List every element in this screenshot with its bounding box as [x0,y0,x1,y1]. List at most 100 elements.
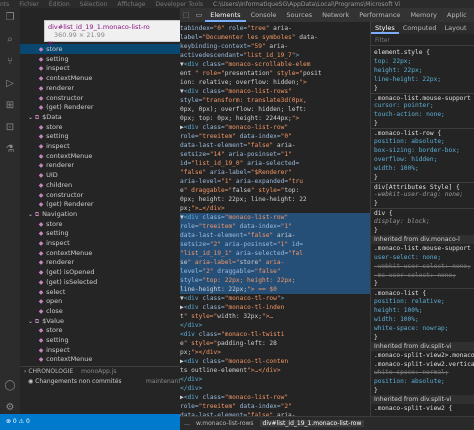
timeline-header[interactable]: › CHRONOLOGIE monoApp.js [20,366,180,376]
tree-row[interactable]: ◆ contextMenue [20,151,180,161]
css-selector[interactable]: } [371,84,474,93]
css-declaration[interactable]: position: absolute; [371,377,474,386]
css-selector[interactable]: .monaco-split-view2 { [371,404,474,413]
status-bar[interactable]: ⊗ 0 ⚠ 0 [0,414,180,430]
tree-row[interactable]: ◆ inspect [20,345,180,355]
dom-node-line[interactable]: style="top: 22px; height: 22px; [180,276,370,285]
tree-row[interactable]: ◆ store [20,122,180,132]
dom-node-line[interactable]: id="list_id_19_0" aria-selected= [180,159,370,168]
css-declaration[interactable]: box-sizing: border-box; [371,146,474,155]
dom-node-line[interactable]: ent " role="presentation" style="posit [180,69,370,78]
css-declaration[interactable]: width: 100%; [371,164,474,173]
css-declaration[interactable]: touch-action: none; [371,110,474,119]
tab-elements[interactable]: Elements [205,8,246,22]
css-declaration[interactable]: line-height: 22px; [371,75,474,84]
dom-node-line[interactable]: data-last-element="false" aria- [180,231,370,240]
css-selector[interactable]: element.style { [371,48,474,57]
css-declaration[interactable]: user-select: none; [371,253,474,262]
tree-row[interactable]: ◆ UID [20,170,180,180]
accounts-icon[interactable]: ◯ [4,380,16,392]
dom-node-line[interactable]: activedescendant="list_id_19_7"> [180,51,370,60]
tree-row[interactable]: ◆ store [20,219,180,229]
tree-row[interactable]: ◆ store [20,44,180,54]
tree-row[interactable]: ◆ select [20,287,180,297]
css-selector[interactable]: .monaco-list { [371,288,474,297]
css-selector[interactable]: } [371,173,474,182]
tree-row[interactable]: ◆ (get) isOpened [20,267,180,277]
css-selector[interactable]: .monaco-split-view2>.monaco- [371,351,474,360]
dom-node-line[interactable]: e" style="padding-left: 28 [180,339,370,348]
tree-row[interactable]: ◆ constructor [20,93,180,103]
dom-node-line[interactable]: level="2" draggable="false" [180,267,370,276]
dom-node-line[interactable]: ▼<div class="monaco-tl-row"> [180,294,370,303]
dom-node-line[interactable]: keybinding-context="59" aria- [180,42,370,51]
dom-node-line[interactable]: </div> [180,384,370,393]
tree-row[interactable]: ◆ (get) isSelected [20,277,180,287]
css-selector[interactable]: .monaco-list.mouse-support . [371,92,474,102]
settings-gear-icon[interactable]: ⚙ [4,402,16,414]
tab-console[interactable]: Console [246,8,282,22]
css-declaration[interactable]: display: block; [371,217,474,226]
dom-node-line[interactable]: ▼<div class="monaco-list-rows" [180,87,370,96]
dom-node-line[interactable]: 0px; height: 22px; line-height: 22 [180,195,370,204]
tree-row[interactable]: ◆ setting [20,228,180,238]
dom-node-line[interactable]: ion: relative; overflow: hidden;"> [180,78,370,87]
remote-icon[interactable]: ⊡ [4,122,16,134]
css-selector[interactable]: } [371,226,474,235]
tab-network[interactable]: Network [317,8,354,22]
dom-node-line[interactable]: 0px; top: 0px; height: 2244px;"> [180,114,370,123]
dom-node-line[interactable]: ▶<div class="monaco-tl-inden [180,303,370,312]
styles-tab-layout[interactable]: Layout [441,22,471,34]
css-declaration[interactable]: position: relative; [371,297,474,306]
dom-node-line[interactable]: style="transform: translate3d(0px, [180,96,370,105]
dom-node-line[interactable]: ▶<div class="monaco-list-row" [180,393,370,402]
css-selector[interactable]: } [371,119,474,128]
css-declaration[interactable]: overflow: hidden; [371,155,474,164]
dom-node-line[interactable]: setsize="14" aria-posinset="1" [180,150,370,159]
tree-row[interactable]: ◆ inspect [20,63,180,73]
dom-node-line[interactable]: aria-level="1" aria-expanded="tru [180,177,370,186]
tree-row[interactable]: ◆ contextMenue [20,248,180,258]
tree-row[interactable]: ◆ (get) Renderer [20,199,180,209]
tab-sources[interactable]: Sources [281,8,317,22]
tree-row[interactable]: ◆ children [20,180,180,190]
breadcrumb-item[interactable]: … [184,420,190,427]
menu-item[interactable]: Sélection [80,1,108,8]
source-control-icon[interactable]: ⑂ [4,56,16,68]
search-icon[interactable]: ⌕ [4,34,16,46]
menu-item[interactable]: Affichage [117,1,145,8]
tree-row[interactable]: ◆ setting [20,131,180,141]
breadcrumb-item[interactable]: div#list_id_19_1.monaco-list-row [259,420,365,427]
dom-node-line[interactable]: </div> [180,375,370,384]
dom-node-line[interactable]: 0px, 0px); overflow: hidden; left: [180,105,370,114]
css-declaration[interactable]: -webkit-user-drag: none; [371,190,474,199]
dom-node-line[interactable]: t" style="width: 32px;">… [180,312,370,321]
breadcrumb-item[interactable]: w.monaco-list-rows [196,420,254,427]
css-selector[interactable]: div[Attributes Style] { [371,181,474,191]
tree-row[interactable]: ◆ constructor [20,190,180,200]
tree-row[interactable]: ◆ setting [20,335,180,345]
dom-node-line[interactable]: px;"></div> [180,348,370,357]
css-declaration[interactable]: height: 22px; [371,66,474,75]
dom-node-line[interactable]: e" draggable="false" style="top: [180,186,370,195]
tree-group-row[interactable]: ⌄ ⧉ $Data [20,112,180,122]
css-declaration[interactable]: -ms-user-select: none; [371,271,474,280]
elements-dom-tree[interactable]: tabindex="0" role="tree" aria- label="Do… [180,22,370,416]
css-declaration[interactable]: white-space: nowrap; [371,324,474,333]
device-toolbar-icon[interactable]: ▭ [193,11,206,19]
timeline-item[interactable]: ◉ Changements non commités maintenant [20,377,180,387]
css-selector[interactable]: } [371,333,474,342]
dom-node-line[interactable]: label="Documenter les symboles" data- [180,33,370,42]
css-declaration[interactable]: cursor: pointer; [371,101,474,110]
dom-node-line[interactable]: ▶<div class="monaco-list-row" [180,123,370,132]
tree-row[interactable]: ◆ renderer [20,83,180,93]
css-declaration[interactable]: top: 22px; [371,57,474,66]
dom-node-line[interactable]: data-last-element="false" aria- [180,141,370,150]
dom-node-line[interactable]: px;">…</div> [180,204,370,213]
dom-node-line[interactable]: setsize="2" aria-posinset="1" id= [180,240,370,249]
testing-icon[interactable]: ⚗ [4,144,16,156]
dom-node-line[interactable]: ▶<div class="monaco-tl-conten [180,357,370,366]
css-declaration[interactable]: width: 100%; [371,315,474,324]
dom-node-line[interactable]: role="treeitem" data-index="2" [180,402,370,411]
css-selector[interactable]: .monaco-split-view2.vertical [371,360,474,369]
